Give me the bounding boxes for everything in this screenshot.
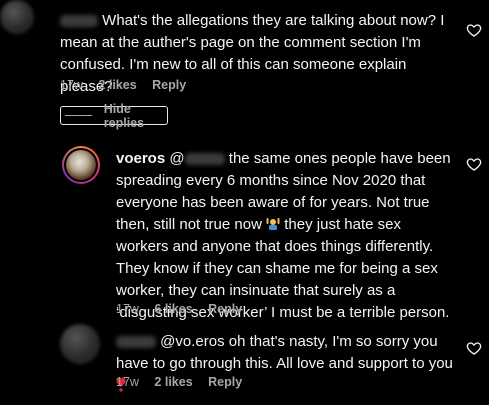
reply-age: 17w (116, 302, 139, 316)
divider-line (65, 115, 92, 116)
reply-age: 17w (116, 375, 139, 389)
comment-meta: 17w 2 likes Reply (60, 78, 198, 92)
reply-button[interactable]: Reply (208, 375, 242, 389)
hide-replies-button[interactable]: Hide replies (60, 102, 168, 130)
reply-body: @vo.eros oh that's nasty, I'm so sorry y… (116, 333, 453, 372)
reply-username-link[interactable]: voeros (116, 150, 165, 167)
like-heart-icon[interactable] (466, 22, 482, 38)
likes-count-button[interactable]: 2 likes (154, 375, 192, 389)
person-raising-hands-emoji (266, 218, 280, 230)
likes-count-button[interactable]: 2 likes (98, 78, 136, 92)
reply-meta: 17w 2 likes Reply (116, 375, 254, 389)
like-heart-icon[interactable] (466, 340, 482, 356)
reply-button[interactable]: Reply (152, 78, 186, 92)
redacted-username (116, 336, 156, 349)
reply-meta: 17w 6 likes Reply (116, 302, 254, 316)
story-ring-avatar[interactable] (62, 146, 100, 184)
reply-text: voeros @ the same ones people have been … (116, 148, 456, 324)
comment-age: 17w (60, 78, 83, 92)
mention-prefix[interactable]: @ (169, 150, 184, 167)
avatar-image (66, 150, 96, 180)
reply-button[interactable]: Reply (208, 302, 242, 316)
avatar-border (64, 148, 98, 182)
redacted-username (60, 15, 98, 28)
likes-count-button[interactable]: 6 likes (154, 302, 192, 316)
like-heart-icon[interactable] (466, 156, 482, 172)
commenter-avatar[interactable] (60, 324, 100, 364)
commenter-avatar[interactable] (0, 0, 34, 34)
hide-replies-label: Hide replies (103, 101, 145, 130)
redacted-mention (184, 153, 225, 166)
